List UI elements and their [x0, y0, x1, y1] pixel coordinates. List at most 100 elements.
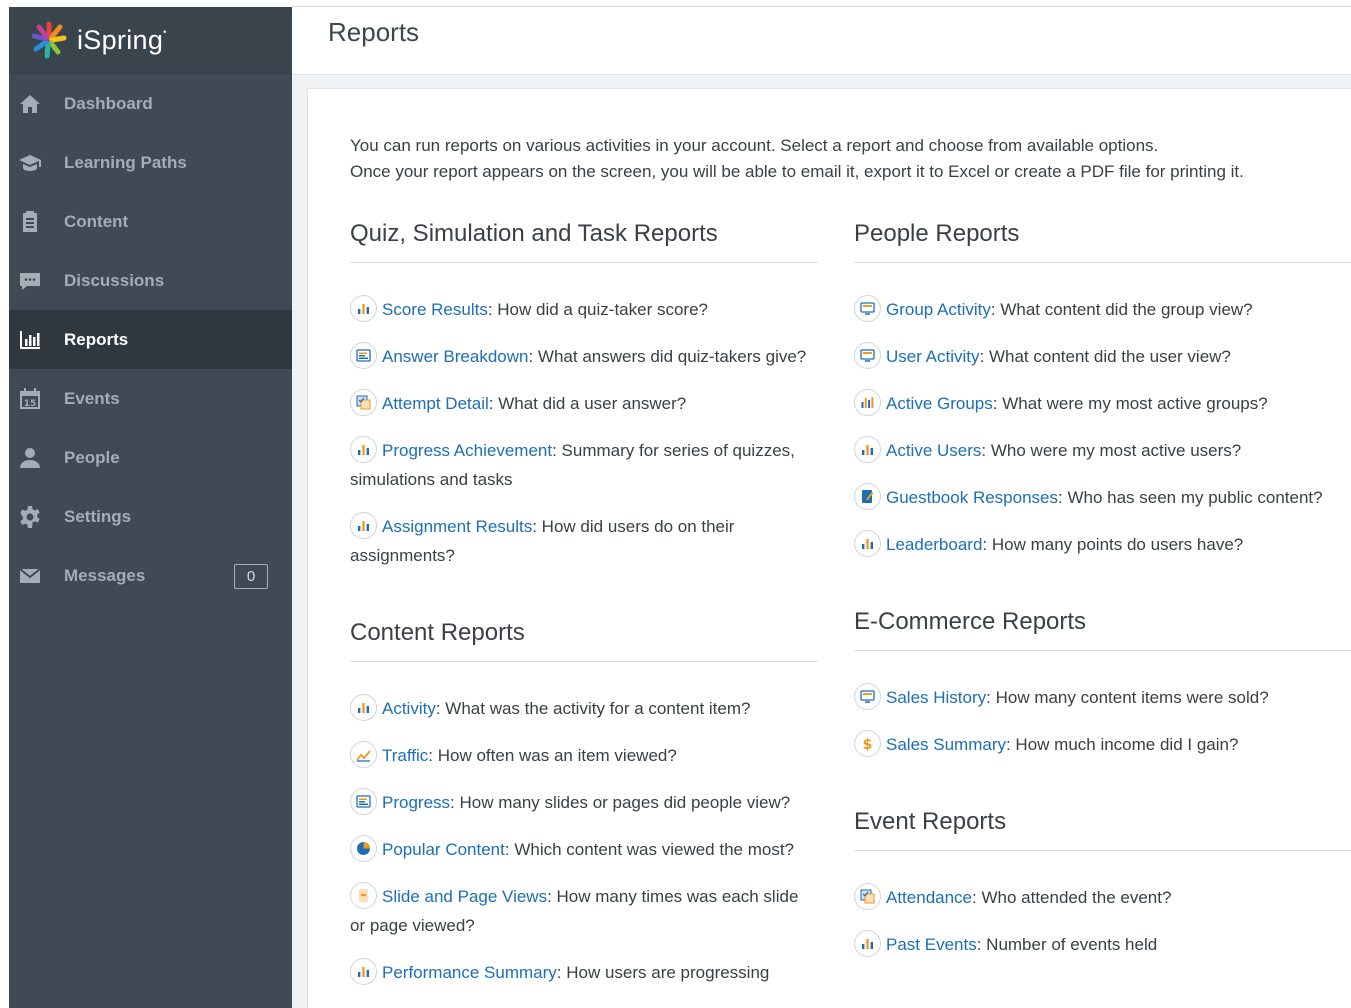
intro-line-2: Once your report appears on the screen, … — [350, 162, 1244, 181]
trend-line-icon — [350, 741, 377, 768]
report-item: Active Users: Who were my most active us… — [854, 436, 1351, 465]
sidebar-item-learning-paths[interactable]: Learning Paths — [9, 133, 292, 192]
graduation-cap-icon — [17, 150, 43, 176]
report-item: Assignment Results: How did users do on … — [350, 512, 818, 570]
report-link[interactable]: Slide and Page Views — [382, 887, 547, 906]
home-icon — [17, 91, 43, 117]
report-description: : What did a user answer? — [488, 394, 687, 413]
report-description: : What was the activity for a content it… — [435, 699, 751, 718]
report-item: Attempt Detail: What did a user answer? — [350, 389, 818, 418]
report-list-ecommerce: Sales History: How many content items we… — [854, 683, 1351, 759]
report-description: : Which content was viewed the most? — [504, 840, 795, 859]
report-link[interactable]: Attendance — [886, 888, 972, 907]
list-bars-icon — [350, 788, 377, 815]
report-item: Activity: What was the activity for a co… — [350, 694, 818, 723]
monitor-icon — [854, 342, 881, 369]
report-link[interactable]: Popular Content — [382, 840, 505, 859]
report-link[interactable]: Leaderboard — [886, 535, 982, 554]
bar-chart-icon — [350, 694, 377, 721]
report-link[interactable]: Guestbook Responses — [886, 488, 1058, 507]
report-list-quiz: Score Results: How did a quiz-taker scor… — [350, 295, 818, 570]
header: Reports — [292, 7, 1351, 75]
report-list-people: Group Activity: What content did the gro… — [854, 295, 1351, 559]
report-item: Guestbook Responses: Who has seen my pub… — [854, 483, 1351, 512]
sidebar-item-people[interactable]: People — [9, 428, 292, 487]
sidebar-item-label: Content — [64, 211, 129, 231]
dollar-icon: $ — [854, 730, 881, 757]
content-clipboard-icon — [17, 209, 43, 235]
sidebar: iSpring• Dashboard Learning Paths Conten… — [9, 7, 292, 1008]
svg-text:$: $ — [863, 737, 873, 751]
monitor-icon — [854, 295, 881, 322]
attempt-icon — [350, 389, 377, 416]
report-list-content: Activity: What was the activity for a co… — [350, 694, 818, 987]
sidebar-item-label: Dashboard — [64, 93, 153, 113]
guestbook-icon — [854, 483, 881, 510]
report-description: : What content did the group view? — [990, 300, 1253, 319]
report-link[interactable]: Group Activity — [886, 300, 991, 319]
logo[interactable]: iSpring• — [9, 7, 292, 74]
sidebar-nav: Dashboard Learning Paths Content Discuss… — [9, 74, 292, 605]
attempt-icon — [854, 883, 881, 910]
bar-chart-icon — [350, 958, 377, 985]
report-link[interactable]: Progress — [382, 793, 450, 812]
envelope-icon — [17, 563, 43, 589]
ispring-logo-icon — [25, 16, 73, 64]
report-item: Answer Breakdown: What answers did quiz-… — [350, 342, 818, 371]
sidebar-item-settings[interactable]: Settings — [9, 487, 292, 546]
report-item: Active Groups: What were my most active … — [854, 389, 1351, 418]
report-link[interactable]: Score Results — [382, 300, 488, 319]
report-item: $ Sales Summary: How much income did I ga… — [854, 730, 1351, 759]
report-description: : Who attended the event? — [972, 888, 1172, 907]
bar-chart-icon — [17, 327, 43, 353]
report-link[interactable]: Progress Achievement — [382, 441, 552, 460]
report-link[interactable]: Active Groups — [886, 394, 993, 413]
sidebar-item-dashboard[interactable]: Dashboard — [9, 74, 292, 133]
sidebar-item-label: Messages — [64, 565, 146, 585]
sidebar-item-events[interactable]: 15 Events — [9, 369, 292, 428]
report-link[interactable]: Traffic — [382, 746, 428, 765]
logo-text: iSpring• — [77, 24, 167, 55]
report-list-events: Attendance: Who attended the event? Past … — [854, 883, 1351, 959]
bar-chart-icon — [350, 512, 377, 539]
report-description: : How many points do users have? — [982, 535, 1244, 554]
report-item: Progress: How many slides or pages did p… — [350, 788, 818, 817]
sidebar-item-messages[interactable]: Messages 0 — [9, 546, 292, 605]
sidebar-item-label: Events — [64, 388, 120, 408]
report-item: Popular Content: Which content was viewe… — [350, 835, 818, 864]
page-title: Reports — [328, 17, 420, 47]
sidebar-item-discussions[interactable]: Discussions — [9, 251, 292, 310]
report-link[interactable]: Past Events — [886, 935, 977, 954]
report-link[interactable]: Sales History — [886, 688, 986, 707]
report-link[interactable]: User Activity — [886, 347, 980, 366]
report-link[interactable]: Assignment Results — [382, 517, 532, 536]
report-link[interactable]: Sales Summary — [886, 735, 1006, 754]
sidebar-item-reports[interactable]: Reports — [9, 310, 292, 369]
report-link[interactable]: Active Users — [886, 441, 981, 460]
messages-count-badge: 0 — [234, 564, 268, 589]
report-item: Performance Summary: How users are progr… — [350, 958, 818, 987]
report-item: Score Results: How did a quiz-taker scor… — [350, 295, 818, 324]
list-bars-icon — [350, 342, 377, 369]
gear-icon — [17, 504, 43, 530]
report-description: : What content did the user view? — [979, 347, 1231, 366]
bar-chart-icon — [854, 530, 881, 557]
report-item: Past Events: Number of events held — [854, 930, 1351, 959]
report-description: : Number of events held — [976, 935, 1158, 954]
sidebar-item-label: Reports — [64, 329, 129, 349]
section-title-ecommerce: E-Commerce Reports — [854, 607, 1351, 651]
report-link[interactable]: Activity — [382, 699, 436, 718]
sidebar-item-label: Settings — [64, 506, 132, 526]
person-icon — [17, 445, 43, 471]
bar-chart-icon — [854, 436, 881, 463]
section-title-content: Content Reports — [350, 618, 818, 662]
bar-chart-icon — [350, 295, 377, 322]
report-link[interactable]: Answer Breakdown — [382, 347, 528, 366]
report-link[interactable]: Attempt Detail — [382, 394, 489, 413]
report-description: : How many slides or pages did people vi… — [450, 793, 791, 812]
report-link[interactable]: Performance Summary — [382, 963, 557, 982]
report-description: : What answers did quiz-takers give? — [528, 347, 807, 366]
report-item: Sales History: How many content items we… — [854, 683, 1351, 712]
sidebar-item-content[interactable]: Content — [9, 192, 292, 251]
report-description: : How users are progressing — [556, 963, 770, 982]
